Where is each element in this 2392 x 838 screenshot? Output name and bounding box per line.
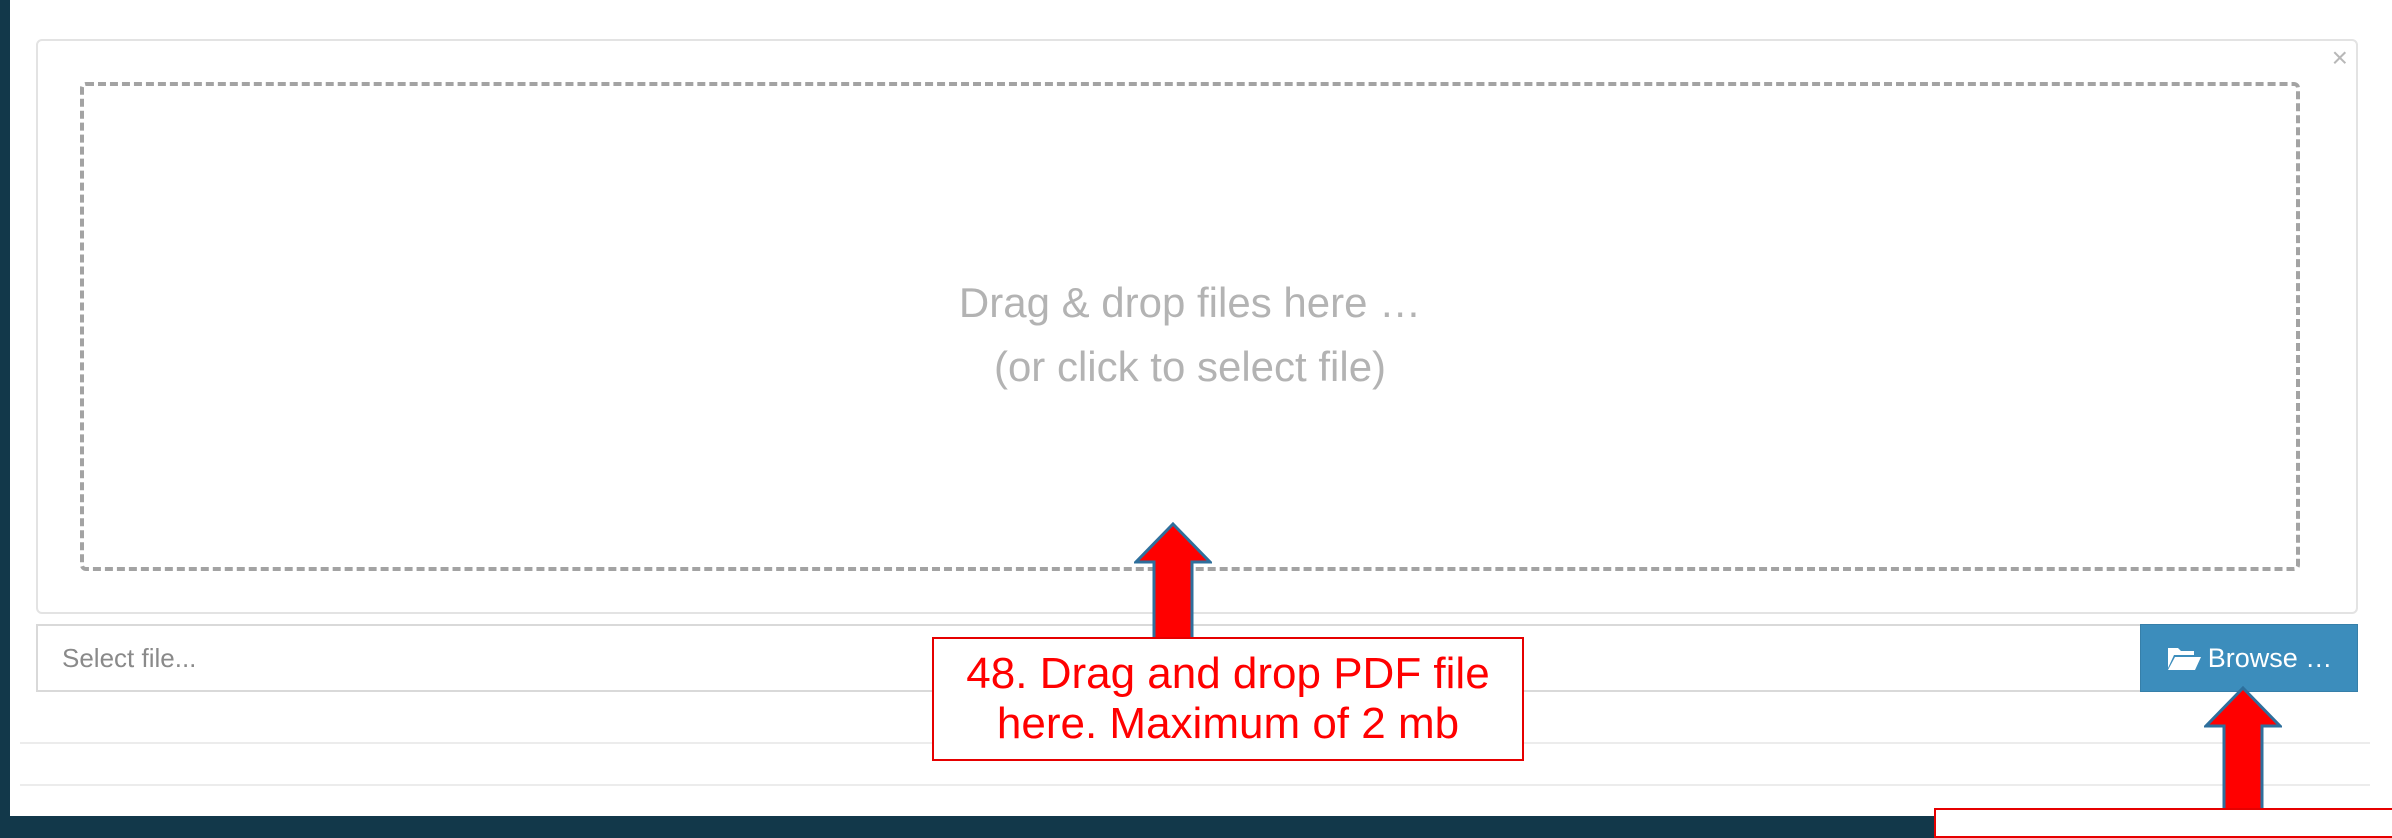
folder-open-icon [2166, 644, 2202, 672]
annotation-callout-partial [1934, 808, 2392, 838]
annotation-callout: 48. Drag and drop PDF file here. Maximum… [932, 637, 1524, 761]
annotation-callout-line-1: 48. Drag and drop PDF file [966, 649, 1490, 698]
drop-zone-text: Drag & drop files here … (or click to se… [84, 271, 2296, 399]
drop-zone[interactable]: Drag & drop files here … (or click to se… [80, 82, 2300, 571]
annotation-arrow-icon [1134, 522, 1212, 640]
drop-zone-line-1: Drag & drop files here … [958, 279, 1422, 326]
annotation-callout-line-2: here. Maximum of 2 mb [996, 699, 1460, 748]
close-icon[interactable]: × [2332, 43, 2348, 73]
drop-zone-line-2: (or click to select file) [993, 343, 1387, 390]
browse-button-label: Browse … [2207, 642, 2333, 673]
annotation-arrow-icon [2204, 686, 2282, 816]
browse-button[interactable]: Browse … [2140, 624, 2358, 692]
divider [20, 784, 2370, 786]
